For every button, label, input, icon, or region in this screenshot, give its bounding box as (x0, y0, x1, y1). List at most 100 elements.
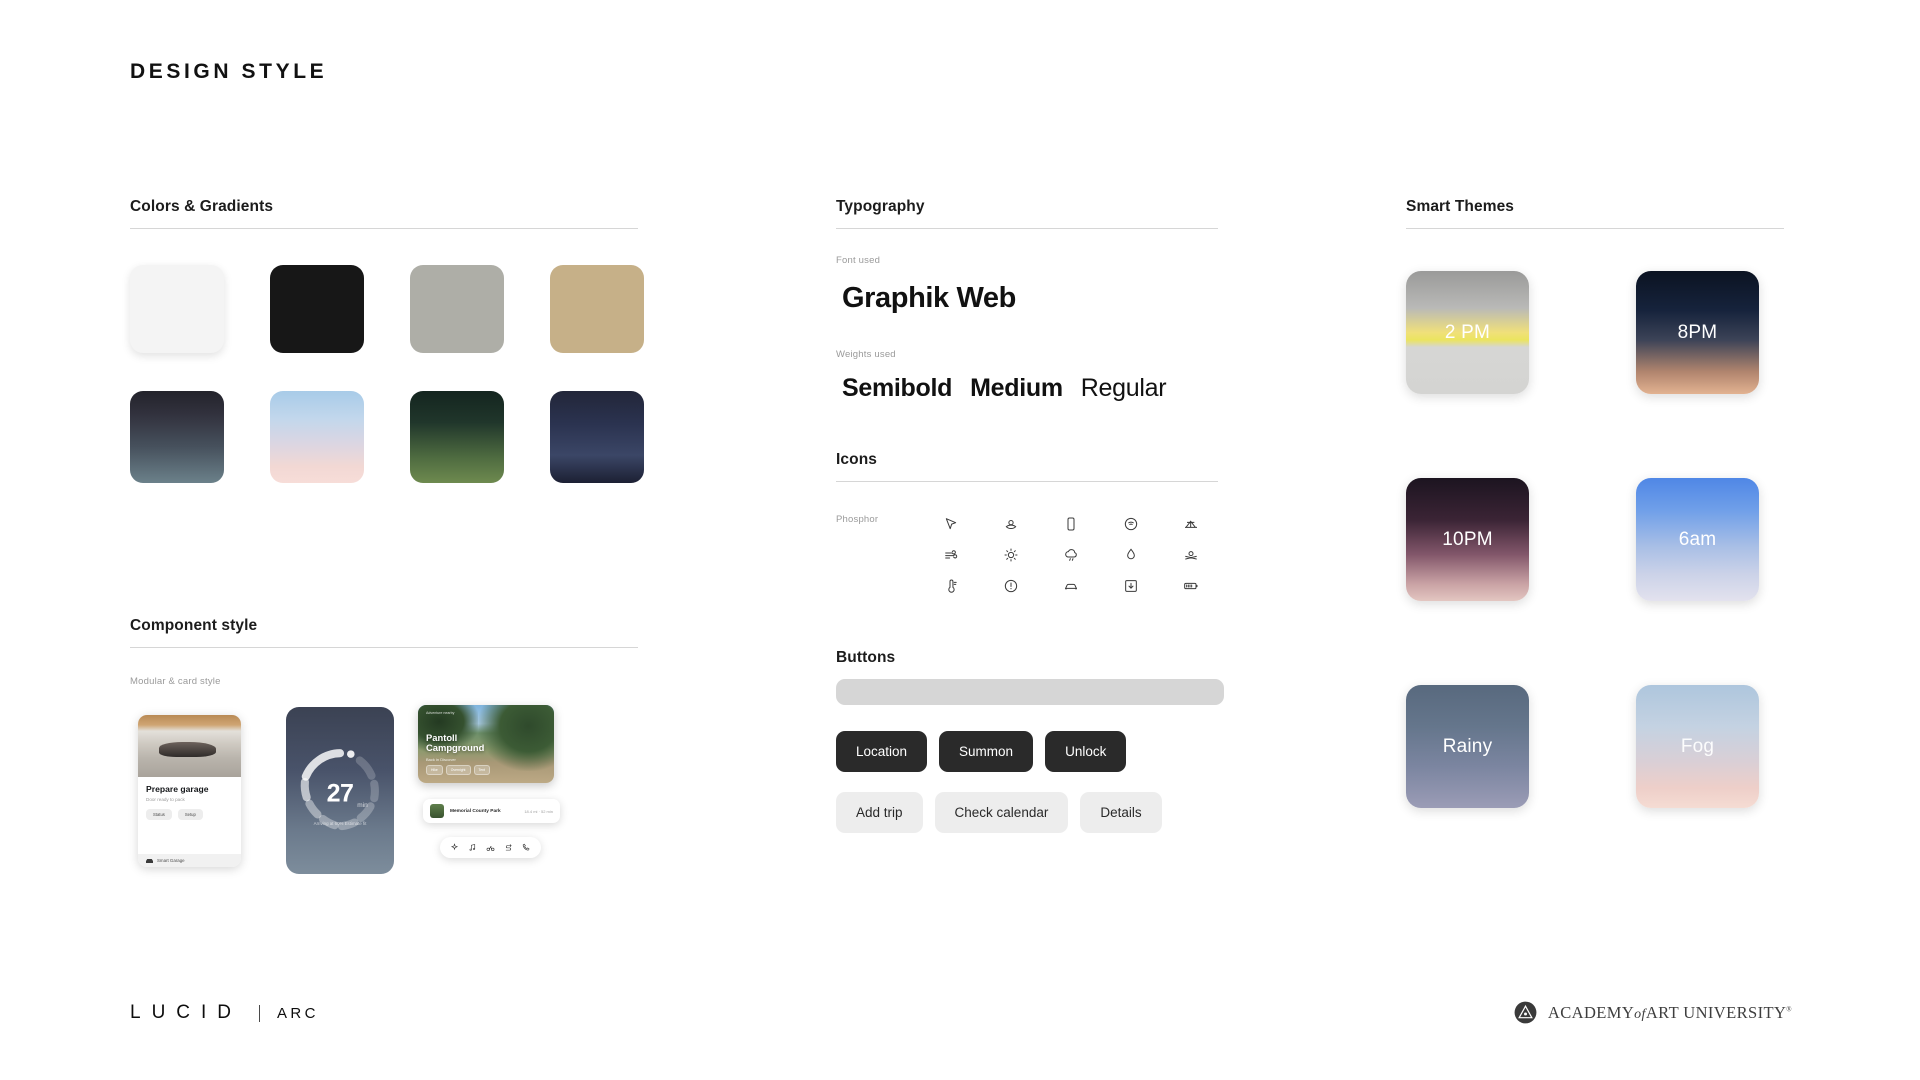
campground-chip-hike[interactable]: Hike (426, 765, 443, 775)
theme-rainy[interactable]: Rainy (1406, 685, 1529, 808)
garage-icon (146, 859, 153, 863)
campground-list-thumbnail (430, 804, 444, 818)
bike-icon[interactable] (486, 843, 495, 852)
campground-chip-row: Hike Overnight Tent (426, 765, 490, 775)
colors-column: Colors & Gradients Component style Modul… (130, 198, 644, 895)
swatch-warm-gray[interactable] (410, 265, 504, 353)
tent-icon[interactable] (1183, 516, 1199, 532)
weight-medium: Medium (970, 374, 1063, 402)
navigation-arrow-icon[interactable] (943, 516, 959, 532)
brand-lockup: LUCID ARC (130, 1002, 319, 1024)
section-divider (1406, 228, 1784, 229)
campground-title-line2: Campground (426, 742, 485, 754)
typography-section-heading: Typography (836, 198, 925, 215)
sun-icon[interactable] (1003, 547, 1019, 563)
car-icon[interactable] (1063, 578, 1079, 594)
registered-mark: ® (1786, 1005, 1792, 1013)
font-weights-row: Semibold Medium Regular (842, 374, 1221, 403)
swatch-near-black[interactable] (270, 265, 364, 353)
component-sub-label: Modular & card style (130, 676, 221, 687)
university-word-art-university: ART UNIVERSITY (1645, 1002, 1787, 1022)
garage-card-footer: Smart Garage (138, 854, 241, 867)
campground-chip-overnight[interactable]: Overnight (445, 765, 471, 775)
charge-value: 27 (326, 779, 354, 808)
section-divider (130, 228, 638, 229)
card-prepare-garage[interactable]: Prepare garage Door ready to pack Status… (138, 715, 241, 867)
thermometer-icon[interactable] (943, 578, 959, 594)
unlock-button[interactable]: Unlock (1045, 731, 1127, 772)
battery-icon[interactable] (1183, 578, 1199, 594)
theme-fog[interactable]: Fog (1636, 685, 1759, 808)
theme-label: 2 PM (1444, 321, 1491, 343)
sparkle-icon[interactable] (450, 843, 459, 852)
section-divider (836, 679, 1224, 705)
university-lockup: ACADEMYofART UNIVERSITY® (1514, 1001, 1792, 1024)
theme-grid: 2 PM 8PM 10PM 6am Rainy Fog (1406, 271, 1781, 808)
swatch-dusk-slate[interactable] (130, 391, 224, 483)
drop-icon[interactable] (1123, 547, 1139, 563)
solid-swatch-grid (130, 265, 644, 353)
page-title: DESIGN STYLE (130, 60, 328, 83)
lucid-wordmark: LUCID (130, 1002, 243, 1023)
garage-card-title: Prepare garage (146, 784, 209, 794)
garage-chip-setup[interactable]: Setup (177, 809, 203, 820)
cloud-rain-icon[interactable] (1063, 547, 1079, 563)
swatch-sky-blush[interactable] (270, 391, 364, 483)
font-name: Graphik Web (842, 282, 1016, 314)
card-campground[interactable]: Adventure nearby Pantoll Campground Back… (418, 705, 560, 881)
swatch-forest-olive[interactable] (410, 391, 504, 483)
garage-footer-label: Smart Garage (157, 858, 185, 863)
icons-section-heading: Icons (836, 451, 877, 468)
secondary-button-row: Add trip Check calendar Details (836, 792, 1221, 833)
campground-list-item[interactable]: Memorial County Park 18.4 mi · 52 min (423, 799, 560, 823)
weight-semibold: Semibold (842, 374, 953, 402)
details-button[interactable]: Details (1080, 792, 1162, 833)
phone-icon[interactable] (1063, 516, 1079, 532)
icon-grid (921, 508, 1221, 601)
icons-row: Phosphor (836, 508, 1221, 601)
campground-eyebrow: Adventure nearby (426, 711, 455, 715)
summon-button[interactable]: Summon (939, 731, 1034, 772)
music-note-icon[interactable] (468, 843, 477, 852)
garage-card-subtitle: Door ready to pack (146, 797, 185, 802)
theme-morning[interactable]: 6am (1636, 478, 1759, 601)
map-pin-icon[interactable] (1003, 516, 1019, 532)
university-word-academy: ACADEMY (1547, 1002, 1635, 1022)
charge-note: Arriving at 60% Estimate fit (313, 820, 367, 826)
arc-wordmark: ARC (277, 1004, 319, 1022)
add-trip-button[interactable]: Add trip (836, 792, 923, 833)
swatch-midnight-navy[interactable] (550, 391, 644, 483)
primary-button-row: Location Summon Unlock (836, 731, 1221, 772)
academy-of-art-logo-icon (1514, 1001, 1537, 1024)
component-card-row: Prepare garage Door ready to pack Status… (130, 705, 638, 895)
warning-circle-icon[interactable] (1003, 578, 1019, 594)
section-divider (836, 481, 1218, 482)
route-icon[interactable] (504, 843, 513, 852)
download-icon[interactable] (1123, 578, 1139, 594)
swatch-off-white[interactable] (130, 265, 224, 353)
phone-icon[interactable] (522, 843, 531, 852)
swatch-sand-tan[interactable] (550, 265, 644, 353)
fan-airflow-icon[interactable] (943, 547, 959, 563)
theme-afternoon[interactable]: 2 PM (1406, 271, 1529, 394)
campground-title: Pantoll Campground (426, 732, 485, 754)
university-word-of: of (1634, 1006, 1646, 1022)
garage-photo (138, 715, 241, 777)
theme-night[interactable]: 10PM (1406, 478, 1529, 601)
card-charge-ring[interactable]: 27 min Arriving at 60% Estimate fit (286, 707, 394, 874)
wifi-icon[interactable] (1123, 516, 1139, 532)
university-name: ACADEMYofART UNIVERSITY® (1548, 1003, 1792, 1023)
gradient-swatch-grid (130, 391, 644, 483)
campfire-icon[interactable] (1183, 547, 1199, 563)
buttons-section-heading: Buttons (836, 649, 896, 666)
theme-label: Rainy (1442, 735, 1493, 757)
check-calendar-button[interactable]: Check calendar (934, 792, 1069, 833)
location-button[interactable]: Location (836, 731, 928, 772)
campground-chip-tent[interactable]: Tent (473, 765, 490, 775)
garage-chip-row: Status Setup (146, 809, 233, 820)
campground-hero-image: Adventure nearby Pantoll Campground Back… (418, 705, 554, 783)
design-style-board: DESIGN STYLE Colors & Gradients Componen… (0, 0, 1920, 1080)
theme-evening[interactable]: 8PM (1636, 271, 1759, 394)
garage-chip-status[interactable]: Status (146, 809, 172, 820)
icon-library-label: Phosphor (836, 514, 879, 525)
